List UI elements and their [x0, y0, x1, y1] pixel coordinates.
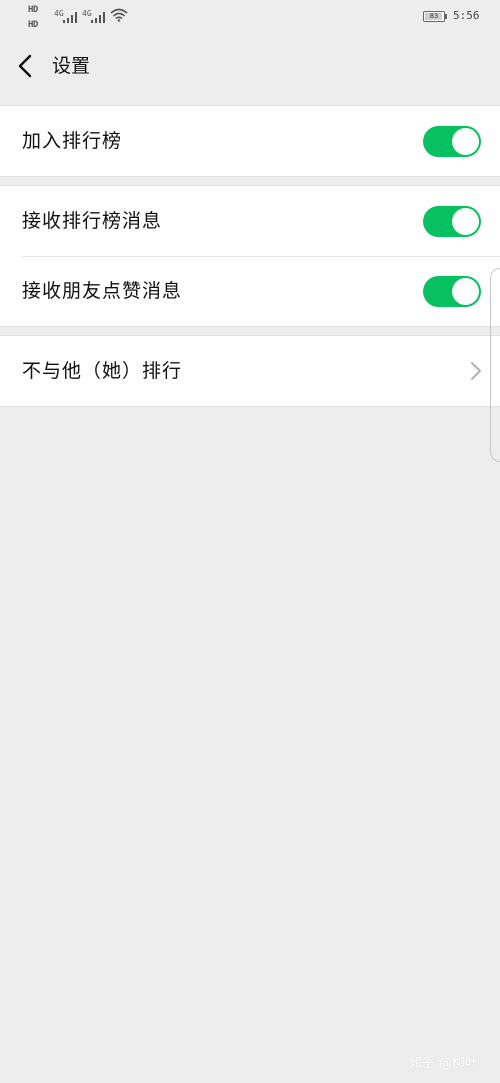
back-arrow-icon[interactable] — [10, 50, 42, 82]
join-ranking-toggle[interactable] — [423, 126, 481, 157]
row-label: 不与他（她）排行 — [22, 360, 183, 382]
scroll-indicator[interactable] — [490, 268, 500, 462]
status-time: 5:56 — [453, 9, 480, 22]
settings-row-join-ranking[interactable]: 加入排行榜 — [0, 106, 500, 176]
row-label: 接收朋友点赞消息 — [22, 280, 183, 302]
settings-row-like-messages[interactable]: 接收朋友点赞消息 — [0, 256, 500, 326]
settings-row-ranking-messages[interactable]: 接收排行榜消息 — [0, 186, 500, 256]
settings-section-exclude: 不与他（她）排行 — [0, 335, 500, 407]
toggle-knob — [452, 208, 479, 235]
battery-cap — [445, 14, 447, 19]
wifi-icon — [110, 8, 128, 22]
watermark: 知乎 @柳叶 — [409, 1056, 479, 1071]
page-title: 设置 — [52, 55, 91, 77]
signal-icon — [63, 12, 77, 23]
chevron-right-icon — [471, 362, 481, 380]
toggle-knob — [452, 128, 479, 155]
ranking-messages-toggle[interactable] — [423, 206, 481, 237]
settings-section-ranking: 加入排行榜 — [0, 105, 500, 177]
settings-section-messages: 接收排行榜消息 接收朋友点赞消息 — [0, 185, 500, 327]
battery-level: 83 — [429, 12, 439, 20]
status-bar: HD HD 4G 4G 83 5:56 — [0, 0, 500, 36]
nav-bar: 设置 — [0, 36, 500, 96]
signal-icon — [91, 12, 105, 23]
settings-row-exclude-ranking[interactable]: 不与他（她）排行 — [0, 336, 500, 406]
row-label: 接收排行榜消息 — [22, 210, 163, 232]
hd-badge: HD — [28, 5, 38, 15]
toggle-knob — [452, 278, 479, 305]
battery-icon: 83 — [423, 11, 445, 22]
row-label: 加入排行榜 — [22, 130, 123, 152]
hd-badge: HD — [28, 20, 38, 30]
like-messages-toggle[interactable] — [423, 276, 481, 307]
